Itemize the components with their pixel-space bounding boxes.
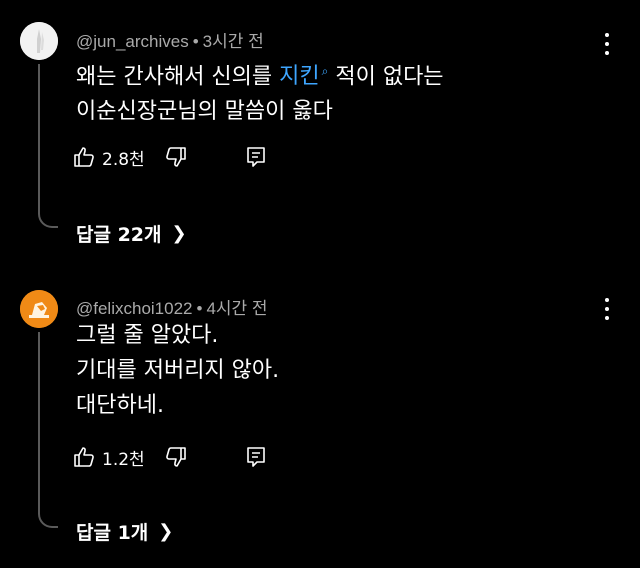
separator-dot: • bbox=[196, 299, 203, 318]
thumbs-down-icon bbox=[166, 147, 186, 167]
avatar-image bbox=[20, 22, 58, 60]
author-name[interactable]: @felixchoi1022 bbox=[76, 299, 193, 318]
thread-line bbox=[38, 332, 58, 528]
view-replies-button[interactable]: 답글 1개 ❯ bbox=[76, 518, 173, 545]
like-button[interactable]: 1.2천 bbox=[72, 442, 145, 472]
comment-actions: 1.2천 bbox=[72, 442, 302, 472]
view-replies-button[interactable]: 답글 22개 ❯ bbox=[76, 220, 187, 247]
reply-button[interactable] bbox=[244, 442, 268, 472]
reply-icon bbox=[247, 447, 265, 467]
chevron-right-icon: ❯ bbox=[158, 521, 174, 542]
comment-line: 대단하네. bbox=[76, 393, 164, 418]
comment-meta: @felixchoi1022 • 4시간 전 bbox=[76, 294, 268, 319]
comment-line: 이순신장군님의 말씀이 옳다 bbox=[76, 99, 333, 125]
thread-line bbox=[38, 64, 58, 228]
reply-icon bbox=[247, 147, 265, 167]
replies-label: 답글 1개 bbox=[76, 522, 149, 544]
hashtag-link[interactable]: 지킨 ⌕ bbox=[279, 64, 328, 89]
comment-line: 그럴 줄 알았다. bbox=[76, 323, 219, 348]
comment-text-segment: 왜는 간사해서 신의를 bbox=[76, 64, 280, 90]
comment-time: 3시간 전 bbox=[202, 32, 264, 51]
comment-text: 그럴 줄 알았다. 기대를 저버리지 않아. 대단하네. bbox=[76, 318, 279, 423]
author-name[interactable]: @jun_archives bbox=[76, 32, 189, 51]
comment-line: 기대를 저버리지 않아. bbox=[76, 358, 280, 383]
thumbs-up-icon bbox=[74, 147, 94, 167]
separator-dot: • bbox=[192, 32, 199, 51]
like-button[interactable]: 2.8천 bbox=[72, 142, 145, 172]
thumbs-up-icon bbox=[74, 447, 94, 467]
comment-meta: @jun_archives • 3시간 전 bbox=[76, 27, 264, 52]
like-count: 2.8천 bbox=[102, 149, 145, 170]
thumbs-down-icon bbox=[166, 447, 186, 467]
comment: @felixchoi1022 • 4시간 전 그럴 줄 알았다. 기대를 저버리지 … bbox=[0, 280, 640, 568]
avatar-image bbox=[20, 290, 58, 328]
reply-button[interactable] bbox=[244, 142, 268, 172]
comment-text: 왜는 간사해서 신의를 지킨 ⌕ 적이 없다는 이순신장군님의 말씀이 옳다 bbox=[76, 54, 444, 129]
more-vertical-icon[interactable] bbox=[604, 33, 610, 55]
replies-label: 답글 22개 bbox=[76, 224, 162, 246]
like-count: 1.2천 bbox=[102, 449, 145, 470]
chevron-right-icon: ❯ bbox=[171, 223, 187, 244]
comment-time: 4시간 전 bbox=[206, 299, 268, 318]
dislike-button[interactable] bbox=[164, 142, 188, 172]
comment: @jun_archives • 3시간 전 왜는 간사해서 신의를 지킨 ⌕ 적이 없… bbox=[0, 0, 640, 280]
avatar[interactable] bbox=[20, 22, 58, 60]
more-vertical-icon[interactable] bbox=[604, 298, 610, 320]
dislike-button[interactable] bbox=[164, 442, 188, 472]
comment-actions: 2.8천 bbox=[72, 142, 302, 172]
comment-line: 왜는 간사해서 신의를 지킨 ⌕ 적이 없다는 bbox=[76, 54, 444, 94]
avatar[interactable] bbox=[20, 290, 58, 328]
comment-text-segment: 적이 없다는 bbox=[328, 64, 444, 90]
hashtag-link-text: 지킨 bbox=[279, 64, 320, 90]
